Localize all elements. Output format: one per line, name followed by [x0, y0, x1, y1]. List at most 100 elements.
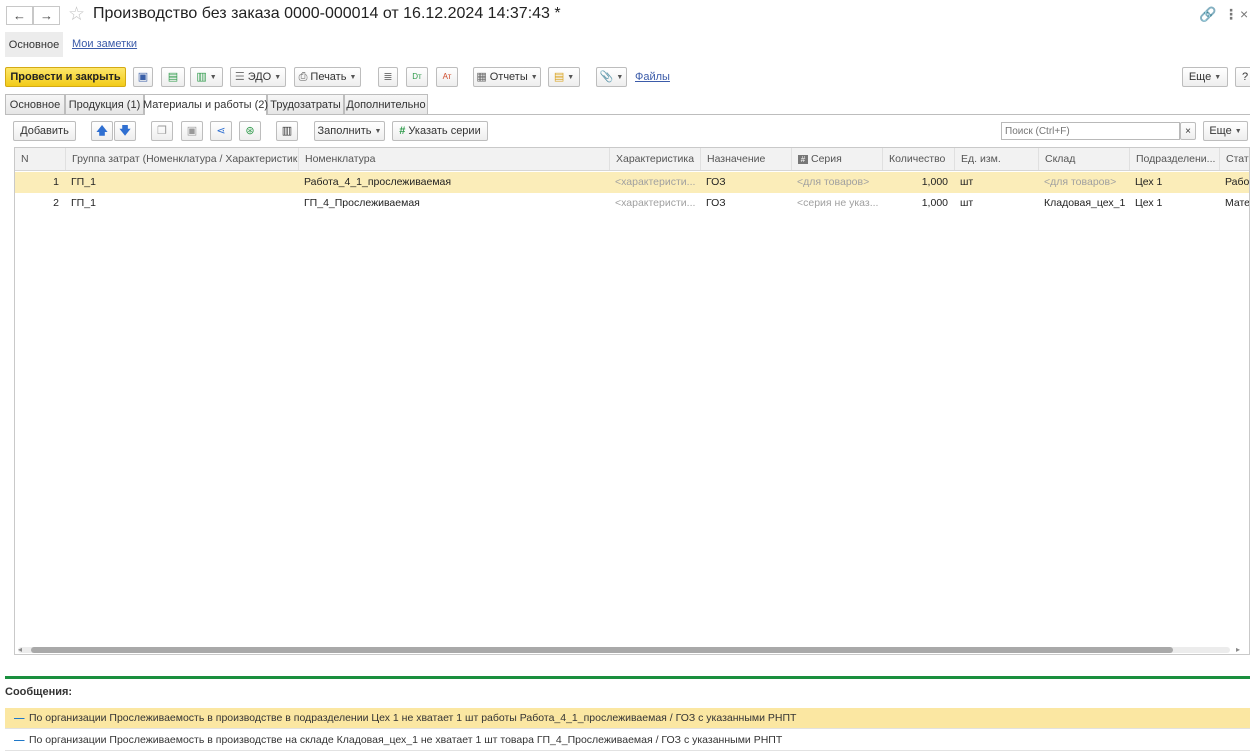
cell-item[interactable]: Работа_4_1_прослеживаемая	[298, 172, 609, 193]
col-unit[interactable]: Ед. изм.	[954, 148, 1038, 170]
scroll-right-icon[interactable]: ▸	[1236, 645, 1240, 654]
cell-dept[interactable]: Цех 1	[1129, 172, 1219, 193]
edo-button[interactable]: ☰ ЭДО ▼	[230, 67, 286, 87]
cell-group[interactable]: ГП_1	[65, 172, 298, 193]
attach-button[interactable]: 📎 ▼	[596, 67, 627, 87]
edo-icon: ☰	[234, 70, 245, 83]
col-dept[interactable]: Подразделени...	[1129, 148, 1219, 170]
cell-dept[interactable]: Цех 1	[1129, 193, 1219, 214]
specify-series-label: Указать серии	[408, 125, 481, 137]
barcode-button[interactable]: ▥	[276, 121, 298, 141]
message-text: По организации Прослеживаемость в произв…	[29, 712, 797, 724]
copy-icon: ❐	[157, 124, 167, 137]
message-dash-icon: —	[14, 734, 25, 746]
pick-button[interactable]: ⊛	[239, 121, 261, 141]
favorite-star-icon[interactable]: ☆	[68, 3, 85, 26]
help-button[interactable]: ?	[1235, 67, 1250, 87]
cell-store[interactable]: <для товаров>	[1038, 172, 1129, 193]
fill-button[interactable]: Заполнить ▼	[314, 121, 385, 141]
specify-series-button[interactable]: # Указать серии	[392, 121, 488, 141]
table-more-button[interactable]: Еще ▼	[1203, 121, 1248, 141]
create-based-on-button[interactable]: ▥ ▼	[190, 67, 223, 87]
more-button[interactable]: Еще ▼	[1182, 67, 1228, 87]
paste-row-button[interactable]: ▣	[181, 121, 203, 141]
split-row-button[interactable]: ⋖	[210, 121, 232, 141]
message-item[interactable]: — По организации Прослеживаемость в произ…	[5, 708, 1250, 729]
cell-qty[interactable]: 1,000	[882, 172, 954, 193]
print-forms-button[interactable]: ▤ ▼	[548, 67, 580, 87]
clear-search-button[interactable]: ×	[1180, 122, 1196, 140]
cell-characteristic[interactable]: <характеристи...	[609, 172, 700, 193]
col-characteristic[interactable]: Характеристика	[609, 148, 700, 170]
cell-store[interactable]: Кладовая_цех_1	[1038, 193, 1129, 214]
more-vertical-icon[interactable]: ⋮	[1224, 6, 1238, 23]
forward-button[interactable]: →	[33, 6, 60, 25]
scroll-left-icon[interactable]: ◂	[18, 645, 22, 654]
save-button[interactable]: ▣	[133, 67, 153, 87]
horizontal-scrollbar-thumb[interactable]	[31, 647, 1173, 653]
cell-item[interactable]: ГП_4_Прослеживаемая	[298, 193, 609, 214]
clear-icon: ×	[1185, 125, 1191, 137]
table-row[interactable]: 1 ГП_1 Работа_4_1_прослеживаемая <характ…	[15, 172, 1249, 193]
cell-group[interactable]: ГП_1	[65, 193, 298, 214]
dt-kt-icon: Dт	[412, 72, 422, 81]
tab-additional[interactable]: Дополнительно	[344, 94, 428, 114]
col-group[interactable]: Группа затрат (Номенклатура / Характерис…	[65, 148, 298, 170]
edo-label: ЭДО	[247, 71, 272, 83]
cell-n: 2	[53, 197, 59, 209]
move-down-button[interactable]: 🡇	[114, 121, 136, 141]
col-store[interactable]: Склад	[1038, 148, 1129, 170]
link-icon[interactable]: 🔗	[1199, 6, 1216, 23]
tab-materials[interactable]: Материалы и работы (2)	[143, 94, 268, 115]
series-hash-icon: #	[798, 155, 808, 164]
search-input[interactable]	[1001, 122, 1180, 140]
move-up-button[interactable]: 🡅	[91, 121, 113, 141]
tab-main[interactable]: Основное	[5, 94, 65, 114]
back-button[interactable]: ←	[6, 6, 33, 25]
col-purpose[interactable]: Назначение	[700, 148, 791, 170]
files-link[interactable]: Файлы	[635, 71, 670, 83]
cell-article[interactable]: Мате	[1219, 193, 1249, 214]
col-n[interactable]: N	[15, 148, 65, 170]
reports-label: Отчеты	[489, 71, 528, 83]
materials-table[interactable]: N Группа затрат (Номенклатура / Характер…	[14, 147, 1250, 655]
close-icon[interactable]: ×	[1240, 6, 1248, 22]
message-item[interactable]: — По организации Прослеживаемость в произ…	[5, 730, 1250, 751]
table-header: N Группа затрат (Номенклатура / Характер…	[15, 148, 1249, 171]
cell-characteristic[interactable]: <характеристи...	[609, 193, 700, 214]
nav-my-notes[interactable]: Мои заметки	[72, 38, 137, 50]
tab-labor[interactable]: Трудозатраты	[267, 94, 344, 114]
cell-series[interactable]: <серия не указ...	[791, 193, 882, 214]
split-icon: ⋖	[216, 124, 226, 137]
tab-products[interactable]: Продукция (1)	[65, 94, 144, 114]
cell-unit[interactable]: шт	[954, 193, 1038, 214]
series-icon: #	[399, 124, 406, 137]
col-series[interactable]: # Серия	[791, 148, 882, 170]
at-kt-button[interactable]: Ат	[436, 67, 458, 87]
col-qty[interactable]: Количество	[882, 148, 954, 170]
cell-unit[interactable]: шт	[954, 172, 1038, 193]
cell-qty[interactable]: 1,000	[882, 193, 954, 214]
cell-purpose[interactable]: ГОЗ	[700, 172, 791, 193]
post-and-close-button[interactable]: Провести и закрыть	[5, 67, 126, 87]
col-article[interactable]: Стать	[1219, 148, 1249, 170]
at-kt-icon: Ат	[442, 72, 452, 81]
nav-main[interactable]: Основное	[5, 32, 63, 57]
add-button[interactable]: Добавить	[13, 121, 76, 141]
document-icon: ▤	[553, 70, 565, 83]
pick-icon: ⊛	[245, 124, 255, 137]
cell-series[interactable]: <для товаров>	[791, 172, 882, 193]
copy-row-button[interactable]: ❐	[151, 121, 173, 141]
cell-article[interactable]: Рабо	[1219, 172, 1249, 193]
structure-button[interactable]: ≣	[378, 67, 398, 87]
cell-n: 1	[53, 176, 59, 188]
reports-button[interactable]: ▦ Отчеты ▼	[473, 67, 541, 87]
print-button[interactable]: ⎙ Печать ▼	[294, 67, 361, 87]
cell-purpose[interactable]: ГОЗ	[700, 193, 791, 214]
save-icon: ▣	[137, 70, 149, 83]
dt-kt-button[interactable]: Dт	[406, 67, 428, 87]
print-label: Печать	[310, 71, 347, 83]
table-row[interactable]: 2 ГП_1 ГП_4_Прослеживаемая <характеристи…	[15, 193, 1249, 214]
col-item[interactable]: Номенклатура	[298, 148, 609, 170]
post-button[interactable]: ▤	[161, 67, 185, 87]
